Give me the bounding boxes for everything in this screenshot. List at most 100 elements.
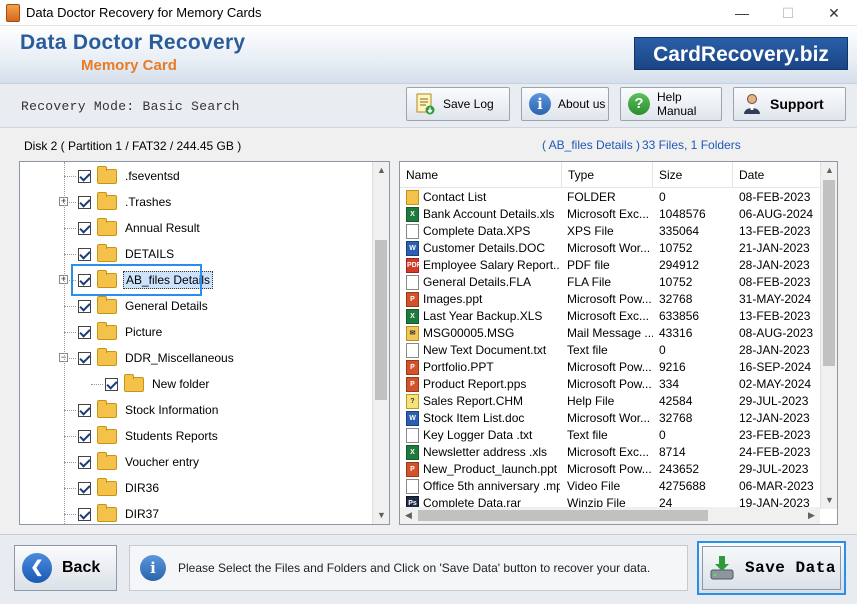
table-row[interactable]: Office 5th anniversary .mp4 Video File 427… <box>400 478 820 495</box>
back-button[interactable]: ❮ Back <box>14 545 117 591</box>
list-scroll-thumb[interactable] <box>823 180 835 366</box>
scroll-up-arrow-icon[interactable]: ▲ <box>373 162 389 179</box>
support-button[interactable]: Support <box>733 87 846 121</box>
scroll-right-arrow-icon[interactable]: ▶ <box>803 507 820 524</box>
tree-item-label: DETAILS <box>125 247 175 261</box>
list-hscroll-thumb[interactable] <box>418 510 708 521</box>
cell-size: 32768 <box>659 292 693 306</box>
ppt-file-icon: P <box>406 292 419 307</box>
scroll-up-arrow-icon[interactable]: ▲ <box>821 162 837 179</box>
tree-checkbox[interactable] <box>78 325 91 339</box>
cell-date: 02-MAY-2024 <box>739 377 812 391</box>
tree-scroll-thumb[interactable] <box>375 240 387 400</box>
table-row[interactable]: X Bank Account Details.xls Microsoft Exc..… <box>400 206 820 223</box>
close-button[interactable]: ✕ <box>811 0 857 26</box>
brand-website-logo[interactable]: CardRecovery.biz <box>634 37 848 70</box>
table-row[interactable]: New Text Document.txt Text file 0 28-JAN-20… <box>400 342 820 359</box>
tree-item[interactable]: DIR36 <box>78 477 161 499</box>
column-header-name[interactable]: Name <box>400 162 562 188</box>
tree-checkbox[interactable] <box>78 481 91 495</box>
tree-item-label: Picture <box>125 325 163 339</box>
cell-name: Stock Item List.doc <box>423 411 525 425</box>
table-row[interactable]: ✉ MSG00005.MSG Mail Message ... 43316 08-AUG… <box>400 325 820 342</box>
help-manual-button[interactable]: ? Help Manual <box>620 87 722 121</box>
column-header-date[interactable]: Date <box>733 162 820 188</box>
tree-item[interactable]: Picture <box>78 321 164 343</box>
column-header-size[interactable]: Size <box>653 162 733 188</box>
table-row[interactable]: Contact List FOLDER 0 08-FEB-2023 <box>400 189 820 206</box>
file-list[interactable]: Name Type Size Date Contact List FOLDER 0 0… <box>399 161 838 525</box>
folder-tree[interactable]: .fseventsd .Trashes + Annual Result DETAILS A… <box>19 161 390 525</box>
tree-item[interactable]: Annual Result <box>78 217 202 239</box>
table-row[interactable]: P Portfolio.PPT Microsoft Pow... 9216 16-SEP… <box>400 359 820 376</box>
list-vertical-scrollbar[interactable]: ▲ ▼ <box>820 162 837 509</box>
tree-checkbox[interactable] <box>78 429 91 443</box>
table-row[interactable]: X Last Year Backup.XLS Microsoft Exc... 633… <box>400 308 820 325</box>
cell-name: Images.ppt <box>423 292 483 306</box>
tree-checkbox[interactable] <box>78 299 91 313</box>
save-log-button[interactable]: Save Log <box>406 87 510 121</box>
tree-item[interactable]: DIR37 <box>78 503 161 524</box>
table-row[interactable]: X Newsletter address .xls Microsoft Exc...… <box>400 444 820 461</box>
app-header: Data Doctor Recovery Memory Card CardRec… <box>0 26 857 84</box>
tree-checkbox[interactable] <box>78 507 91 521</box>
tree-checkbox[interactable] <box>78 455 91 469</box>
tree-checkbox[interactable] <box>78 195 91 209</box>
tree-checkbox[interactable] <box>105 377 118 391</box>
tree-checkbox[interactable] <box>78 221 91 235</box>
tree-item[interactable]: Voucher entry <box>78 451 201 473</box>
doc-file-icon <box>406 275 419 290</box>
scroll-down-arrow-icon[interactable]: ▼ <box>821 492 837 509</box>
table-row[interactable]: General Details.FLA FLA File 10752 08-FEB-2… <box>400 274 820 291</box>
tree-trunk-line <box>64 162 65 524</box>
minimize-button[interactable]: — <box>719 0 765 26</box>
cell-name: MSG00005.MSG <box>423 326 515 340</box>
tree-item[interactable]: DDR_Miscellaneous <box>78 347 236 369</box>
cell-type: FOLDER <box>567 190 616 204</box>
scroll-left-arrow-icon[interactable]: ◀ <box>400 507 417 524</box>
cell-date: 29-JUL-2023 <box>739 462 809 476</box>
support-person-icon <box>741 93 763 115</box>
tree-checkbox[interactable] <box>78 247 91 261</box>
save-data-button[interactable]: Save Data <box>697 541 846 595</box>
tree-item[interactable]: DETAILS <box>78 243 176 265</box>
tree-item[interactable]: .fseventsd <box>78 165 182 187</box>
list-horizontal-scrollbar[interactable]: ◀ ▶ <box>400 507 820 524</box>
table-row[interactable]: P New_Product_launch.ppt Microsoft Pow... 2… <box>400 461 820 478</box>
save-data-label: Save Data <box>745 559 836 577</box>
save-log-icon <box>414 93 436 115</box>
scroll-down-arrow-icon[interactable]: ▼ <box>373 507 389 524</box>
excel-file-icon: X <box>406 309 419 324</box>
tree-item-label: Annual Result <box>125 221 200 235</box>
tree-selection-highlight <box>71 264 202 296</box>
tree-checkbox[interactable] <box>78 403 91 417</box>
folder-icon <box>97 503 117 522</box>
pdf-file-icon: PDF <box>406 258 421 273</box>
cell-type: Microsoft Pow... <box>567 360 652 374</box>
table-row[interactable]: W Customer Details.DOC Microsoft Wor... 107… <box>400 240 820 257</box>
table-row[interactable]: P Images.ppt Microsoft Pow... 32768 31-MAY-2… <box>400 291 820 308</box>
about-us-label: About us <box>558 97 606 111</box>
tree-item[interactable]: .Trashes <box>78 191 173 213</box>
about-us-button[interactable]: i About us <box>521 87 609 121</box>
folder-icon <box>97 217 117 236</box>
tree-item[interactable]: Students Reports <box>78 425 220 447</box>
table-row[interactable]: PDF Employee Salary Report.... PDF file 294… <box>400 257 820 274</box>
tree-item[interactable]: General Details <box>78 295 210 317</box>
tree-checkbox[interactable] <box>78 351 91 365</box>
column-header-type[interactable]: Type <box>562 162 653 188</box>
table-row[interactable]: W Stock Item List.doc Microsoft Wor... 3276… <box>400 410 820 427</box>
table-row[interactable]: Key Logger Data .txt Text file 0 23-FEB-202… <box>400 427 820 444</box>
tree-vertical-scrollbar[interactable]: ▲ ▼ <box>372 162 389 524</box>
table-row[interactable]: Complete Data.XPS XPS File 335064 13-FEB-20… <box>400 223 820 240</box>
tree-item-label: Voucher entry <box>125 455 200 469</box>
table-row[interactable]: P Product Report.pps Microsoft Pow... 334 02… <box>400 376 820 393</box>
table-row[interactable]: ? Sales Report.CHM Help File 42584 29-JUL-20… <box>400 393 820 410</box>
cell-date: 13-FEB-2023 <box>739 309 811 323</box>
tree-checkbox[interactable] <box>78 169 91 183</box>
tree-item[interactable]: Stock Information <box>78 399 220 421</box>
folder-icon <box>124 373 144 392</box>
cell-size: 0 <box>659 428 666 442</box>
maximize-button[interactable]: ☐ <box>765 0 811 26</box>
tree-item[interactable]: New folder <box>105 373 211 395</box>
